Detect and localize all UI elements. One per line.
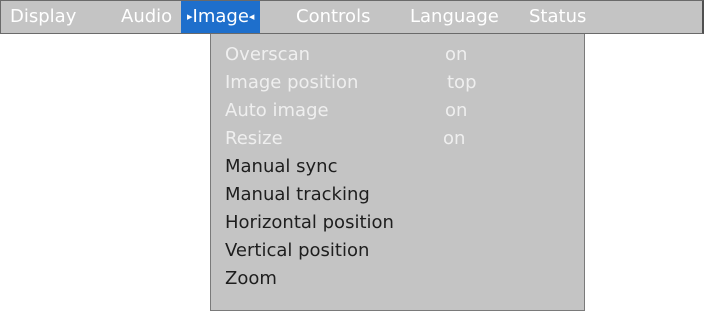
resize-value: on — [443, 128, 466, 149]
menu-item-horizontal-position[interactable]: Horizontal position — [225, 210, 394, 236]
menu-item-manual-sync[interactable]: Manual sync — [225, 154, 337, 180]
menu-status[interactable]: Status — [529, 1, 586, 33]
image-dropdown-menu: Overscan on Image position top Auto imag… — [210, 34, 585, 311]
menu-item-image-position: Image position — [225, 72, 359, 93]
menu-controls[interactable]: Controls — [296, 1, 370, 33]
menu-item-vertical-position[interactable]: Vertical position — [225, 238, 369, 264]
menu-display[interactable]: Display — [10, 1, 76, 33]
menu-item-manual-tracking[interactable]: Manual tracking — [225, 182, 370, 208]
overscan-value: on — [445, 44, 468, 65]
menu-item-overscan: Overscan — [225, 44, 311, 65]
menu-item-zoom[interactable]: Zoom — [225, 266, 277, 292]
menu-image[interactable]: ▸Image◂ — [181, 1, 261, 33]
menu-audio[interactable]: Audio — [121, 1, 172, 33]
auto-image-value: on — [445, 100, 468, 121]
image-position-value: top — [447, 72, 477, 93]
left-arrow-icon: ◂ — [248, 10, 255, 23]
menu-image-label: Image — [192, 6, 249, 27]
menu-language[interactable]: Language — [410, 1, 499, 33]
menu-item-auto-image: Auto image — [225, 100, 329, 121]
menu-bar: Display Audio ▸Image◂ Controls Language … — [0, 0, 704, 34]
menu-item-resize: Resize — [225, 128, 283, 149]
